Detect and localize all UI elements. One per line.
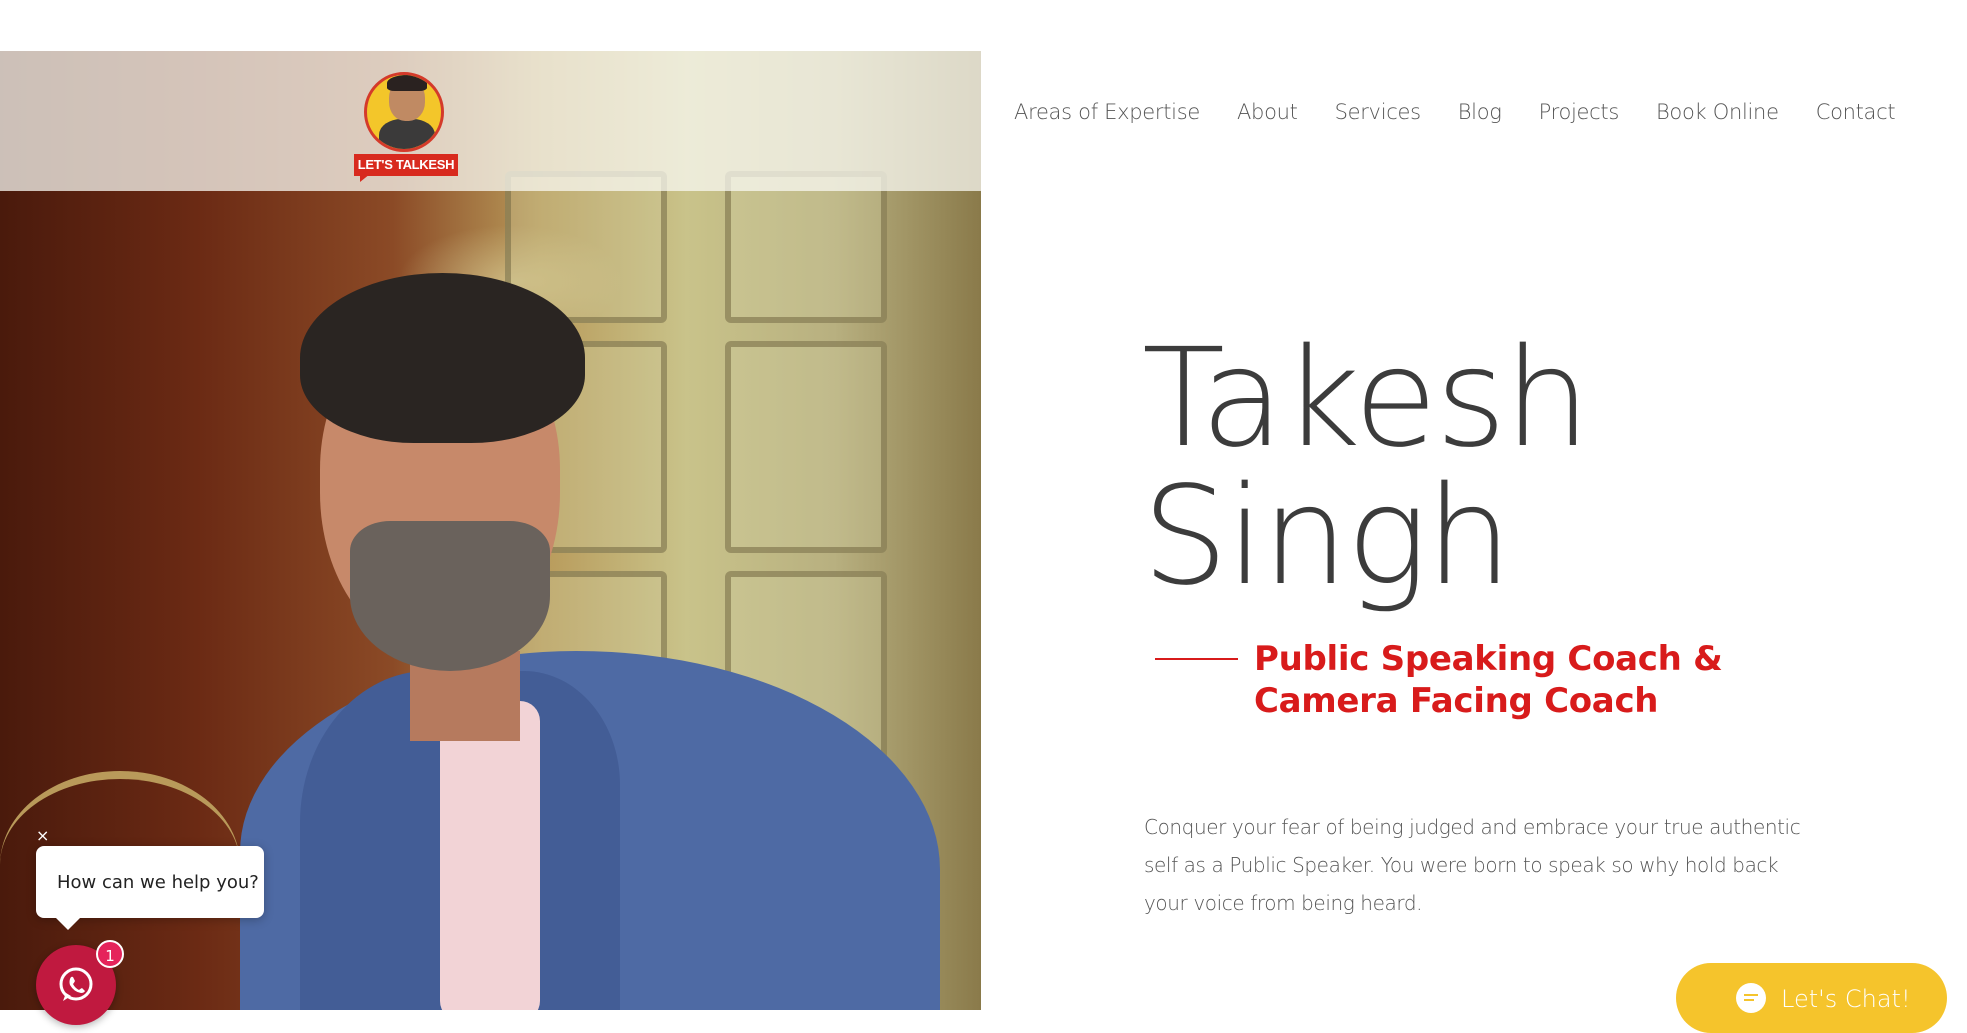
door-panel (725, 341, 887, 553)
hair (300, 273, 585, 443)
logo-hair (387, 75, 427, 91)
hero-name-last: Singh (1142, 458, 1512, 616)
shirt (440, 701, 540, 1010)
door-panel (725, 171, 887, 323)
chat-widget-label: Let's Chat! (1781, 985, 1911, 1013)
nav-contact[interactable]: Contact (1816, 100, 1896, 124)
hero-description: Conquer your fear of being judged and em… (1144, 815, 1801, 915)
beard (350, 521, 550, 671)
nav-blog[interactable]: Blog (1458, 100, 1502, 124)
nav-projects[interactable]: Projects (1539, 100, 1620, 124)
chat-widget-button[interactable]: Let's Chat! (1676, 963, 1947, 1033)
hero-subtitle: Public Speaking Coach & Camera Facing Co… (1254, 638, 1723, 722)
chat-bubble-icon (1736, 983, 1766, 1013)
site-logo[interactable]: LET'S TALKESH (352, 54, 462, 184)
close-icon[interactable]: × (36, 826, 49, 845)
header-band (0, 51, 981, 191)
notification-badge: 1 (96, 940, 124, 968)
logo-text: LET'S TALKESH (354, 154, 458, 176)
nav-services[interactable]: Services (1335, 100, 1421, 124)
whatsapp-icon (59, 967, 93, 1001)
nav-about[interactable]: About (1237, 100, 1298, 124)
logo-tail (360, 174, 370, 182)
hero-subtitle-line1: Public Speaking Coach & (1254, 639, 1723, 679)
main-nav: Areas of Expertise About Services Blog P… (1014, 100, 1896, 124)
help-prompt-text: How can we help you? (57, 871, 259, 893)
help-prompt-bubble[interactable]: How can we help you? (36, 846, 264, 930)
nav-areas-of-expertise[interactable]: Areas of Expertise (1014, 100, 1200, 124)
hero-name: Takesh Singh (1142, 330, 1591, 606)
hero-subtitle-line2: Camera Facing Coach (1254, 681, 1659, 721)
subtitle-divider (1155, 658, 1238, 660)
hero-name-first: Takesh (1142, 320, 1591, 478)
logo-body (379, 119, 435, 149)
nav-book-online[interactable]: Book Online (1656, 100, 1779, 124)
logo-portrait-icon (364, 72, 444, 152)
